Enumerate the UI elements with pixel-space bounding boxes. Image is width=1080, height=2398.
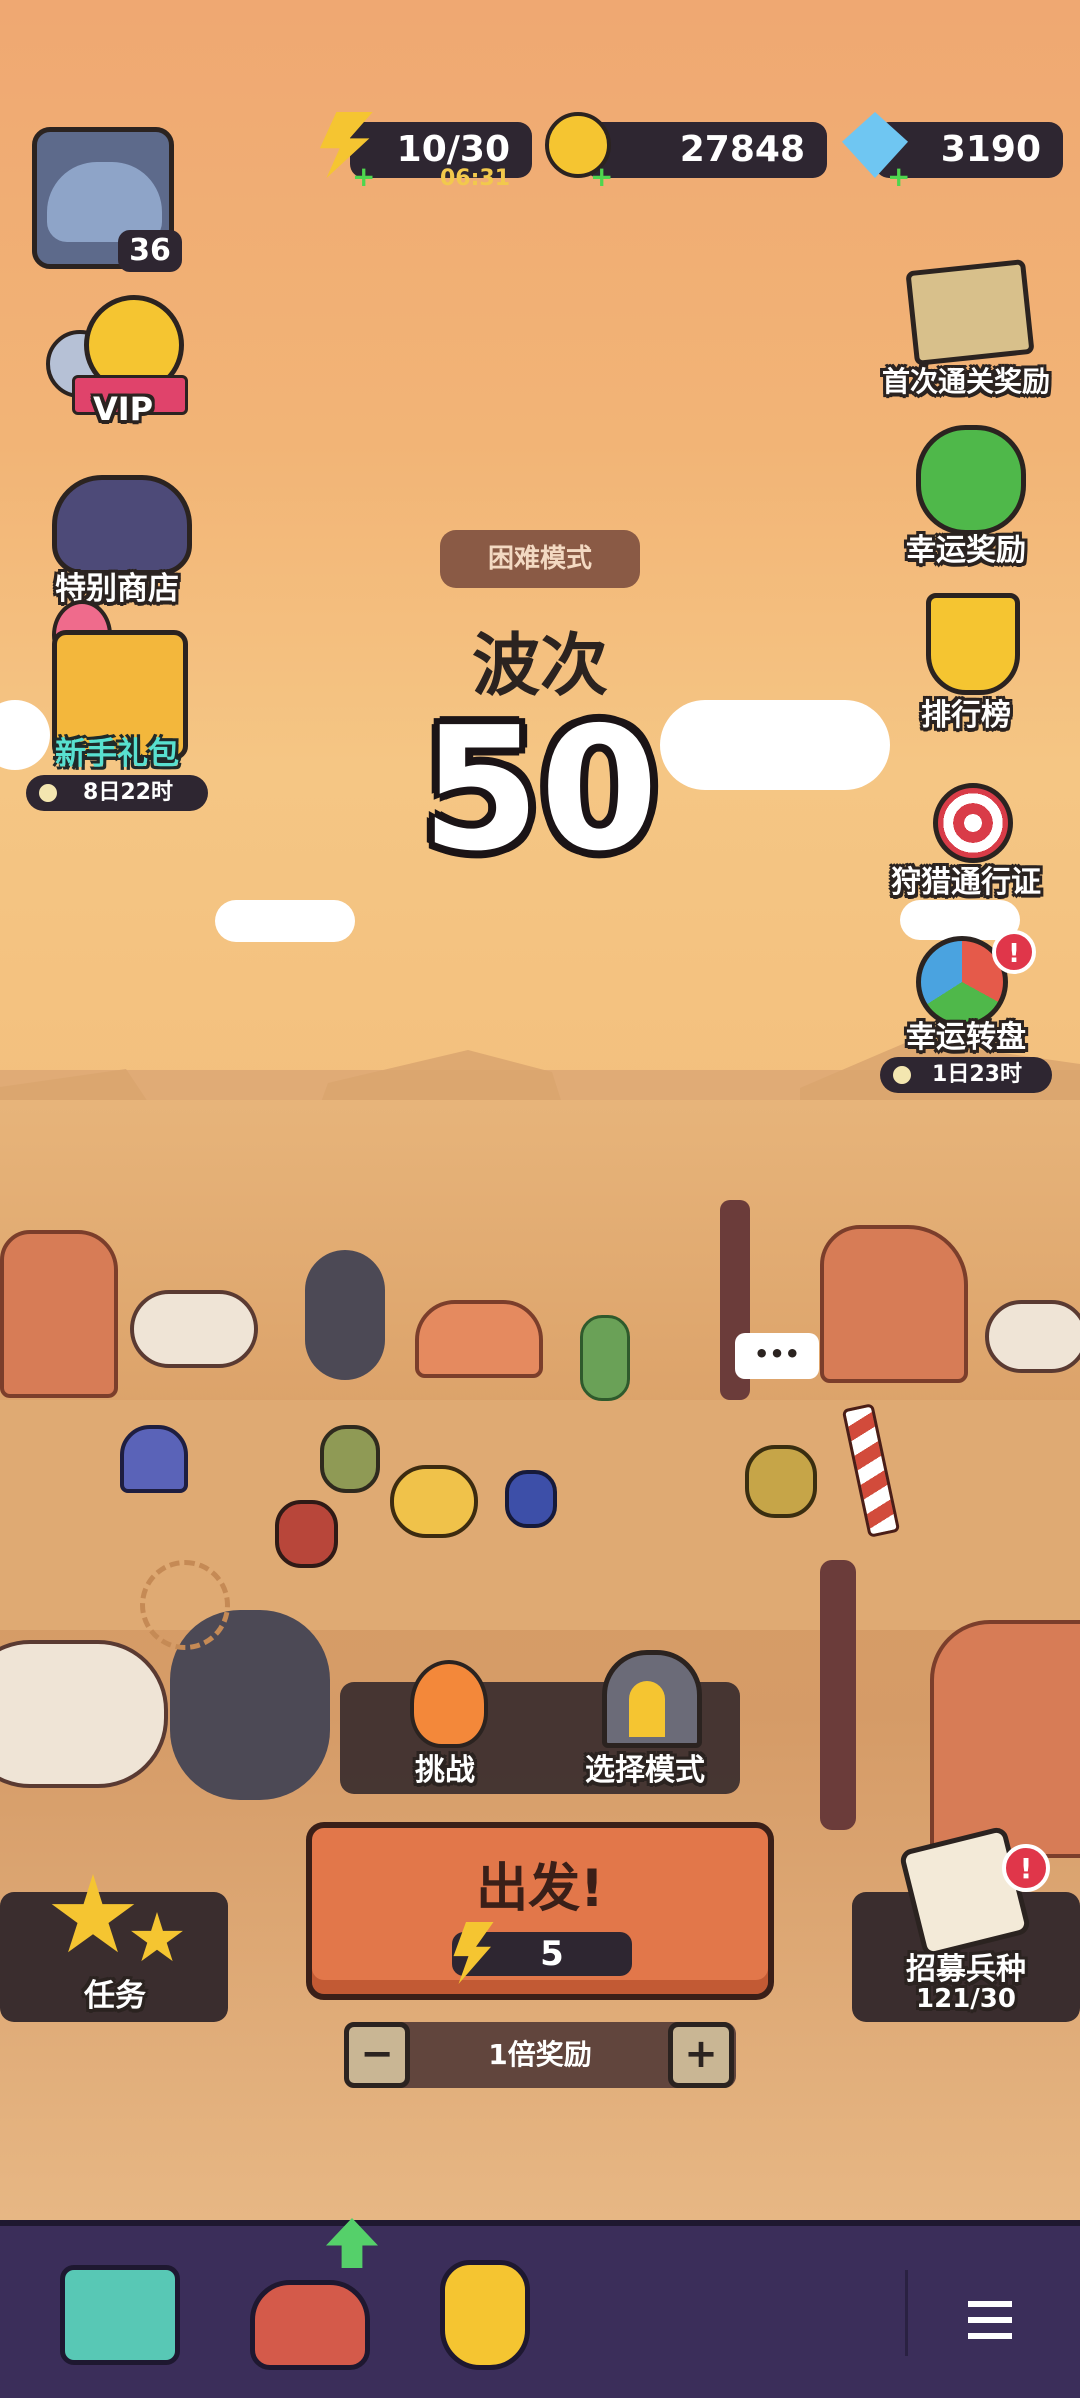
nav-relics-tab[interactable]	[420, 2255, 540, 2370]
first-clear-reward-label: 首次通关奖励	[881, 365, 1050, 398]
select-mode-button[interactable]: 选择模式	[570, 1650, 720, 1790]
nav-army-tab[interactable]	[240, 2260, 370, 2370]
archer-unit[interactable]	[320, 1425, 380, 1493]
gold-bar[interactable]: 27848	[585, 122, 827, 178]
rock	[415, 1300, 543, 1378]
difficulty-mode-badge: 困难模式	[440, 530, 640, 588]
hamburger-menu-icon	[968, 2301, 1012, 2339]
challenge-button[interactable]: 挑战	[375, 1660, 515, 1790]
starter-pack-timer: 8日22时	[26, 775, 208, 811]
lucky-wheel-timer-text: 1日23时	[932, 1062, 1022, 1087]
rock	[0, 1230, 118, 1398]
army-units-icon	[250, 2280, 370, 2370]
recruit-label: 招募兵种	[906, 1952, 1026, 1987]
nav-shop-tab[interactable]	[55, 2255, 180, 2365]
gold-plus-icon[interactable]: +	[590, 163, 613, 191]
vip-button[interactable]: VIP	[42, 295, 192, 435]
alert-badge-icon: !	[1002, 1844, 1050, 1892]
special-shop-button[interactable]: 特别商店	[22, 465, 212, 607]
tumbleweed	[140, 1560, 230, 1650]
clock-icon	[890, 1063, 914, 1087]
clock-icon	[36, 781, 60, 805]
golden-vase-icon	[440, 2260, 530, 2370]
target-arrow-icon	[933, 783, 1013, 863]
cactus	[305, 1250, 385, 1380]
starter-pack-label: 新手礼包	[55, 736, 179, 772]
lucky-reward-button[interactable]: 幸运奖励	[878, 420, 1054, 570]
hunt-pass-label: 狩猎通行证	[891, 865, 1041, 900]
menu-button[interactable]	[960, 2295, 1020, 2345]
skull-prop	[0, 1640, 168, 1788]
shop-stall-icon	[60, 2265, 180, 2365]
rock	[930, 1620, 1080, 1858]
swordsman-unit[interactable]	[275, 1500, 338, 1568]
quests-button[interactable]: 任务	[0, 1874, 228, 2022]
lucky-reward-label: 幸运奖励	[906, 533, 1026, 568]
raccoon-merchant-icon	[52, 475, 192, 575]
hamster-hero-unit[interactable]	[390, 1465, 478, 1538]
reward-multiplier-label: 1倍奖励	[488, 2038, 592, 2071]
lucky-wheel-timer: 1日23时	[880, 1057, 1052, 1093]
rock	[820, 1225, 968, 1383]
depart-button[interactable]: 出发! 5	[306, 1822, 774, 2000]
cloud	[215, 900, 355, 942]
small-star-icon	[131, 1912, 183, 1962]
portal-gate-icon	[602, 1650, 702, 1748]
quests-label: 任务	[84, 1978, 146, 2014]
dead-tree	[820, 1560, 856, 1830]
cloud	[660, 700, 890, 790]
bird-unit[interactable]	[505, 1470, 557, 1528]
clover-icon	[916, 425, 1026, 535]
alert-badge-icon: !	[992, 930, 1036, 974]
energy-timer: 06:31	[440, 166, 511, 191]
gold-value: 27848	[679, 129, 805, 170]
energy-value: 10/30	[396, 129, 510, 170]
recruit-troops-button[interactable]: ! 招募兵种 121/30	[852, 1825, 1080, 2022]
first-clear-reward-button[interactable]: 首次通关奖励	[878, 258, 1054, 400]
wizard-unit[interactable]	[120, 1425, 188, 1493]
hunt-pass-button[interactable]: 狩猎通行证	[878, 775, 1068, 900]
speech-bubble[interactable]: •••	[735, 1333, 819, 1379]
challenge-label: 挑战	[415, 1753, 475, 1788]
leaderboard-label: 排行榜	[921, 698, 1011, 733]
lucky-wheel-button[interactable]: ! 幸运转盘	[878, 930, 1054, 1060]
skull-prop	[985, 1300, 1080, 1373]
energy-plus-icon[interactable]: +	[352, 163, 375, 191]
gem-value: 3190	[940, 129, 1041, 170]
lucky-wheel-label: 幸运转盘	[906, 1020, 1026, 1055]
leaderboard-button[interactable]: 排行榜	[878, 585, 1054, 735]
recruit-count: 121/30	[916, 1984, 1016, 2014]
depart-cost-value: 5	[540, 1934, 564, 1974]
fire-icon	[410, 1660, 488, 1748]
reward-minus-button[interactable]: −	[344, 2022, 410, 2088]
miner-npc[interactable]	[745, 1445, 817, 1518]
lightning-icon	[453, 1922, 494, 1984]
cactus	[580, 1315, 630, 1401]
vip-label: VIP	[92, 390, 154, 428]
gem-plus-icon[interactable]: +	[887, 163, 910, 191]
skull-prop	[130, 1290, 258, 1368]
select-mode-label: 选择模式	[585, 1753, 705, 1788]
starter-pack-timer-text: 8日22时	[83, 780, 173, 805]
player-level-badge: 36	[118, 230, 182, 272]
wave-number: 50	[421, 691, 659, 889]
depart-label: 出发!	[476, 1859, 604, 1919]
reward-plus-button[interactable]: +	[668, 2022, 734, 2088]
depart-cost-pill: 5	[452, 1922, 632, 1984]
nav-divider	[905, 2270, 908, 2356]
treasure-map-icon	[905, 258, 1035, 367]
trophy-icon	[926, 593, 1020, 695]
